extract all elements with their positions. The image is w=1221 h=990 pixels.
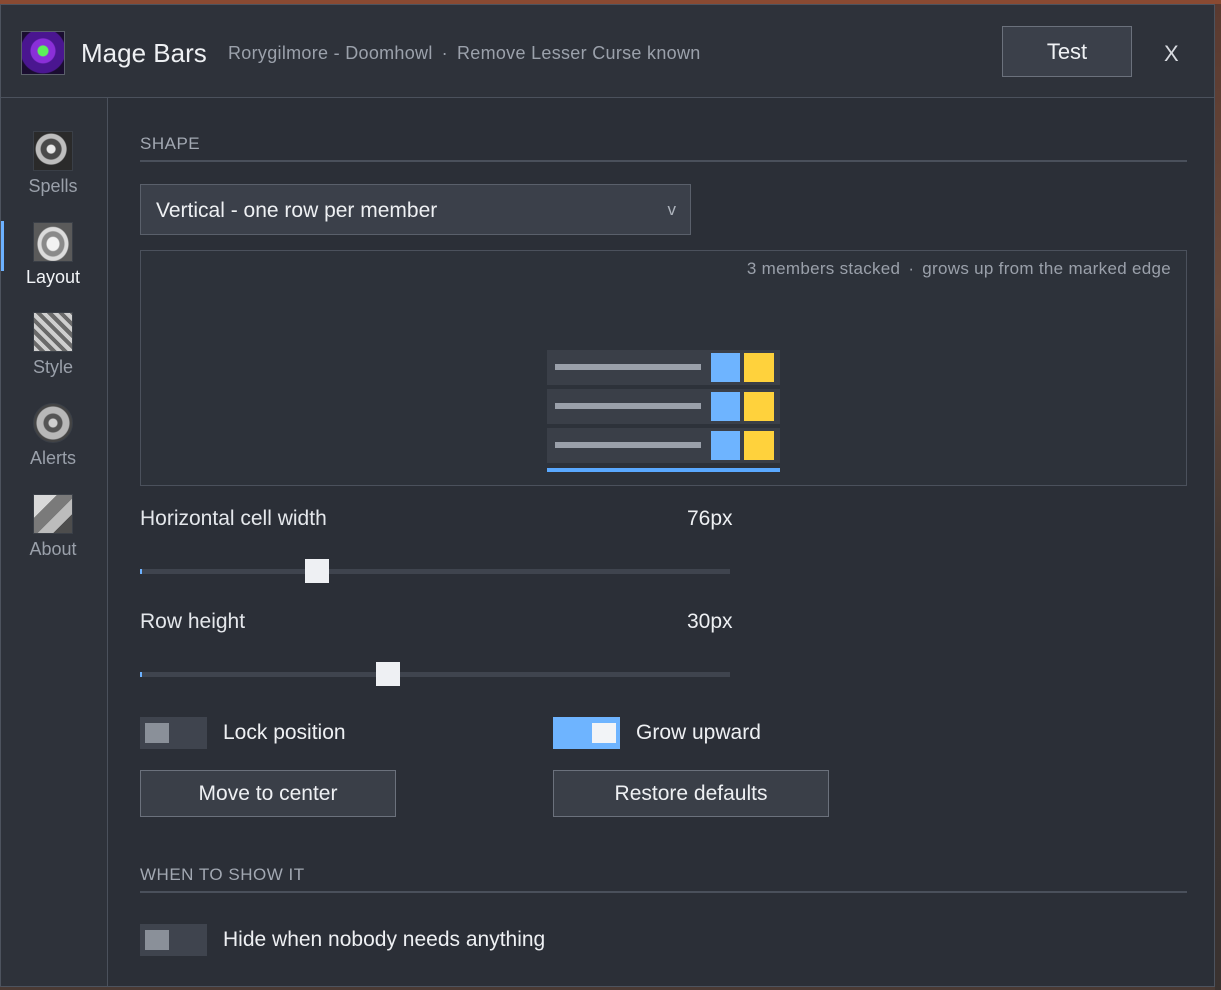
mage-bars-logo-icon [21, 31, 65, 75]
preview-blue-cell [711, 431, 740, 460]
settings-window: Mage Bars Rorygilmore - Doomhowl · Remove … [0, 4, 1215, 987]
layout-panel: SHAPE Vertical - one row per member v 3 … [108, 98, 1214, 986]
preview-name-bar [555, 403, 701, 409]
visibility-section-header: WHEN TO SHOW IT [140, 865, 305, 884]
cell-width-slider-thumb[interactable] [305, 559, 329, 583]
sidebar-item-about[interactable]: About [1, 494, 105, 574]
row-height-slider[interactable] [140, 662, 730, 686]
row-height-label: Row height [140, 610, 246, 633]
shape-section-header: SHAPE [140, 134, 201, 153]
cell-width-value: 76px [687, 507, 733, 530]
layout-preview: 3 members stacked · grows up from the mark… [140, 250, 1187, 486]
preview-row [547, 428, 780, 463]
lock-position-toggle[interactable] [140, 717, 207, 749]
shape-select-value: Vertical - one row per member [156, 199, 438, 222]
visibility-section-divider [140, 891, 1187, 893]
chevron-down-icon: v [667, 200, 677, 219]
sidebar-item-alerts[interactable]: Alerts [1, 403, 105, 483]
title-bar[interactable]: Mage Bars Rorygilmore - Doomhowl · Remove … [1, 5, 1214, 98]
cell-width-slider-fill [140, 569, 142, 574]
hide-when-idle-toggle[interactable] [140, 924, 207, 956]
test-button[interactable]: Test [1002, 26, 1132, 77]
shape-select[interactable]: Vertical - one row per member v [140, 184, 691, 235]
toggle-knob [145, 930, 169, 950]
row-height-slider-fill [140, 672, 142, 677]
alerts-icon [33, 403, 73, 443]
subtitle-separator: · [441, 43, 448, 63]
lock-position-label: Lock position [223, 721, 346, 744]
app-title: Mage Bars [81, 38, 207, 68]
hide-when-idle-label: Hide when nobody needs anything [223, 928, 546, 951]
row-height-slider-thumb[interactable] [376, 662, 400, 686]
shape-section-divider [140, 160, 1187, 162]
sidebar-nav: Spells Layout Style Alerts About [1, 98, 108, 986]
grow-upward-toggle[interactable] [553, 717, 620, 749]
sidebar-item-spells[interactable]: Spells [1, 131, 105, 211]
background-right-edge [1215, 4, 1221, 990]
row-height-value: 30px [687, 610, 733, 633]
preview-row [547, 350, 780, 385]
toggle-knob [145, 723, 169, 743]
preview-member-count: 3 members stacked [746, 259, 901, 278]
preview-anchor-edge [547, 468, 780, 472]
about-icon [33, 494, 73, 534]
preview-growth-note: grows up from the marked edge [922, 259, 1171, 278]
toggle-knob [592, 723, 616, 743]
preview-yellow-cell [744, 431, 774, 460]
preview-name-bar [555, 364, 701, 370]
move-to-center-button[interactable]: Move to center [140, 770, 396, 817]
preview-blue-cell [711, 353, 740, 382]
cell-width-slider[interactable] [140, 559, 730, 583]
sidebar-item-label: Spells [28, 176, 78, 196]
sidebar-item-label: Layout [25, 267, 81, 287]
grow-upward-label: Grow upward [636, 721, 761, 744]
style-icon [33, 312, 73, 352]
cell-width-label: Horizontal cell width [140, 507, 327, 530]
sidebar-item-style[interactable]: Style [1, 312, 105, 392]
character-name: Rorygilmore - Doomhowl [228, 43, 433, 63]
sidebar-item-label: Style [32, 357, 74, 377]
preview-name-bar [555, 442, 701, 448]
preview-separator: · [908, 259, 915, 278]
sidebar-item-layout[interactable]: Layout [1, 222, 105, 302]
sidebar-item-label: Alerts [29, 448, 76, 468]
sidebar-item-label: About [29, 539, 77, 559]
preview-yellow-cell [744, 392, 774, 421]
restore-defaults-button[interactable]: Restore defaults [553, 770, 829, 817]
preview-caption: 3 members stacked · grows up from the mark… [747, 259, 1171, 279]
layout-icon [33, 222, 73, 262]
spell-status: Remove Lesser Curse known [456, 43, 701, 63]
window-subtitle: Rorygilmore - Doomhowl · Remove Lesser Cur… [228, 43, 701, 64]
close-button[interactable]: X [1164, 41, 1179, 67]
preview-yellow-cell [744, 353, 774, 382]
preview-row [547, 389, 780, 424]
spells-icon [33, 131, 73, 171]
preview-blue-cell [711, 392, 740, 421]
